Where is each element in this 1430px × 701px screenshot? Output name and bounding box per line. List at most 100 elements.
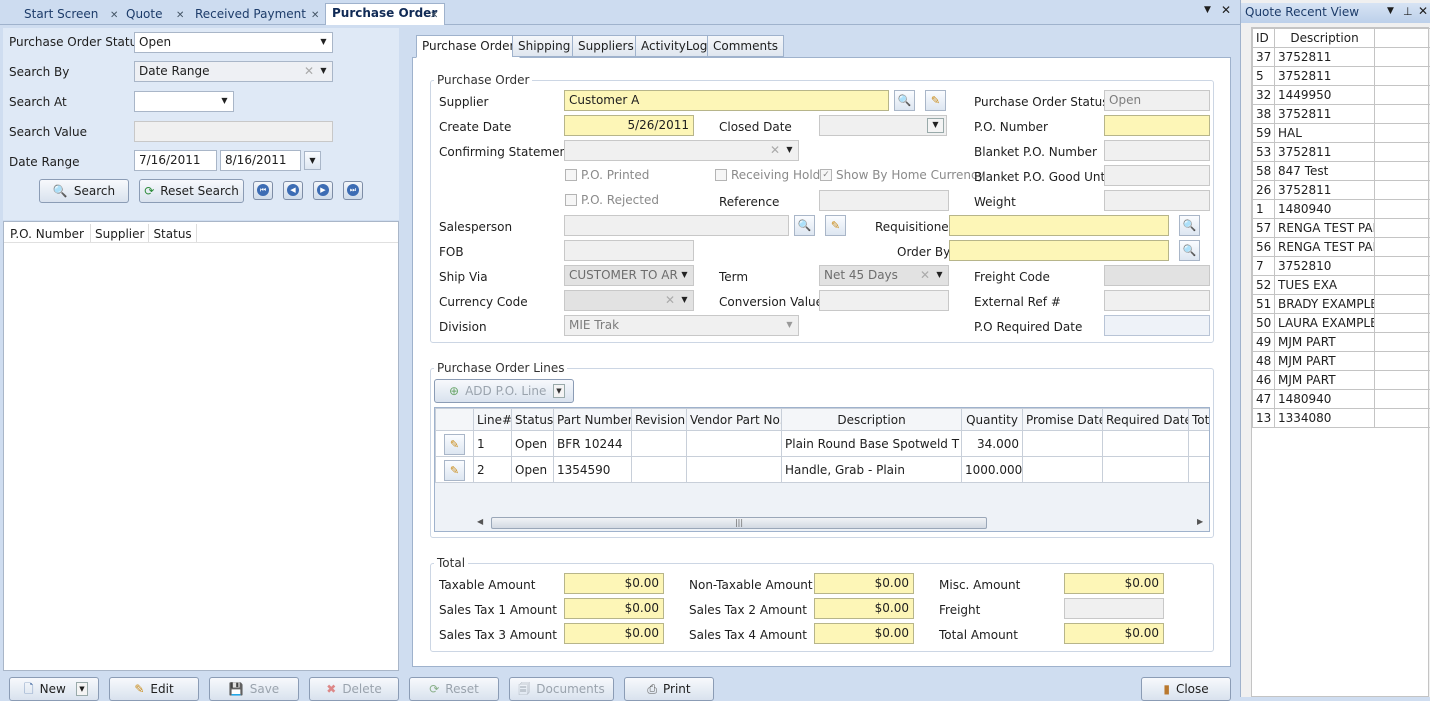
recent-description-cell[interactable]: HAL bbox=[1275, 124, 1375, 143]
dropdown-arrow-icon[interactable]: ▼ bbox=[76, 682, 88, 696]
required-date-cell[interactable] bbox=[1103, 457, 1189, 483]
recent-id-cell[interactable]: 51 bbox=[1253, 295, 1275, 314]
salesperson-edit-button[interactable]: ✎ bbox=[825, 215, 846, 236]
recent-description-cell[interactable]: BRADY EXAMPLE bbox=[1275, 295, 1375, 314]
table-row[interactable]: ✎ 1 Open BFR 10244 Plain Round Base Spot… bbox=[436, 431, 1211, 457]
list-item[interactable]: 49MJM PART bbox=[1253, 333, 1430, 352]
first-page-button[interactable]: ⏮ bbox=[253, 181, 273, 200]
recent-description-cell[interactable]: RENGA TEST PART bbox=[1275, 219, 1375, 238]
recent-description-cell[interactable]: 3752811 bbox=[1275, 67, 1375, 86]
scrollbar-thumb[interactable]: ||| bbox=[491, 517, 987, 529]
result-list[interactable]: P.O. Number Supplier Status bbox=[3, 221, 399, 671]
dropdown-arrow-icon[interactable]: ▼ bbox=[678, 294, 691, 307]
column-header[interactable]: Status bbox=[512, 409, 554, 431]
recent-extra-cell[interactable] bbox=[1375, 390, 1430, 409]
total-cell[interactable] bbox=[1189, 457, 1211, 483]
revision-cell[interactable] bbox=[632, 457, 687, 483]
part-number-cell[interactable]: 1354590 bbox=[554, 457, 632, 483]
revision-cell[interactable] bbox=[632, 431, 687, 457]
recent-extra-cell[interactable] bbox=[1375, 314, 1430, 333]
division-select[interactable]: MIE Trak▼ bbox=[564, 315, 799, 336]
dropdown-arrow-icon[interactable]: ▼ bbox=[783, 144, 796, 157]
promise-date-cell[interactable] bbox=[1023, 431, 1103, 457]
list-item[interactable]: 57RENGA TEST PART bbox=[1253, 219, 1430, 238]
reset-button[interactable]: ⟳Reset bbox=[409, 677, 499, 701]
part-number-cell[interactable]: BFR 10244 bbox=[554, 431, 632, 457]
nontaxable-amount-input[interactable]: $0.00 bbox=[814, 573, 914, 594]
column-header[interactable]: ID bbox=[1253, 29, 1275, 48]
recent-extra-cell[interactable] bbox=[1375, 295, 1430, 314]
fob-input[interactable] bbox=[564, 240, 694, 261]
delete-button[interactable]: ✖Delete bbox=[309, 677, 399, 701]
tab-activitylog[interactable]: ActivityLog bbox=[635, 35, 713, 57]
recent-description-cell[interactable]: 1480940 bbox=[1275, 200, 1375, 219]
freight-code-select[interactable] bbox=[1104, 265, 1210, 286]
recent-id-cell[interactable]: 48 bbox=[1253, 352, 1275, 371]
column-header[interactable]: Tot bbox=[1189, 409, 1211, 431]
recent-extra-cell[interactable] bbox=[1375, 219, 1430, 238]
dropdown-arrow-icon[interactable]: ▼ bbox=[678, 269, 691, 282]
recent-description-cell[interactable]: LAURA EXAMPLE bbox=[1275, 314, 1375, 333]
list-item[interactable]: 46MJM PART bbox=[1253, 371, 1430, 390]
recent-extra-cell[interactable] bbox=[1375, 162, 1430, 181]
salesperson-input[interactable] bbox=[564, 215, 789, 236]
list-item[interactable]: 533752811 bbox=[1253, 143, 1430, 162]
recent-description-cell[interactable]: 3752811 bbox=[1275, 143, 1375, 162]
recent-id-cell[interactable]: 53 bbox=[1253, 143, 1275, 162]
list-item[interactable]: 56RENGA TEST PART bbox=[1253, 238, 1430, 257]
po-status-select[interactable]: Open▼ bbox=[134, 32, 333, 53]
recent-id-cell[interactable]: 49 bbox=[1253, 333, 1275, 352]
status-cell[interactable]: Open bbox=[512, 457, 554, 483]
quantity-cell[interactable]: 1000.000 bbox=[962, 457, 1023, 483]
next-page-button[interactable]: ▶ bbox=[313, 181, 333, 200]
recent-extra-cell[interactable] bbox=[1375, 67, 1430, 86]
clear-icon[interactable]: ✕ bbox=[920, 266, 930, 285]
term-select[interactable]: Net 45 Days✕▼ bbox=[819, 265, 949, 286]
external-ref-input[interactable] bbox=[1104, 290, 1210, 311]
clear-icon[interactable]: ✕ bbox=[304, 62, 314, 81]
dropdown-arrow-icon[interactable]: ▼ bbox=[317, 65, 330, 78]
edit-line-button[interactable]: ✎ bbox=[444, 434, 465, 455]
recent-id-cell[interactable]: 7 bbox=[1253, 257, 1275, 276]
recent-description-cell[interactable]: RENGA TEST PART bbox=[1275, 238, 1375, 257]
recent-extra-cell[interactable] bbox=[1375, 238, 1430, 257]
edit-button[interactable]: ✎Edit bbox=[109, 677, 199, 701]
horizontal-scrollbar[interactable]: ◀ ||| ▶ bbox=[475, 516, 1207, 530]
close-icon[interactable]: ✕ bbox=[430, 7, 438, 25]
recent-description-cell[interactable]: 3752811 bbox=[1275, 181, 1375, 200]
search-button[interactable]: 🔍Search bbox=[39, 179, 129, 203]
recent-extra-cell[interactable] bbox=[1375, 48, 1430, 67]
recent-extra-cell[interactable] bbox=[1375, 181, 1430, 200]
total-cell[interactable] bbox=[1189, 431, 1211, 457]
receiving-hold-checkbox[interactable] bbox=[715, 169, 727, 181]
dropdown-arrow-icon[interactable]: ▼ bbox=[218, 95, 231, 108]
promise-date-cell[interactable] bbox=[1023, 457, 1103, 483]
list-item[interactable]: 51BRADY EXAMPLE bbox=[1253, 295, 1430, 314]
recent-id-cell[interactable]: 57 bbox=[1253, 219, 1275, 238]
recent-description-cell[interactable]: 1334080 bbox=[1275, 409, 1375, 428]
search-value-input[interactable] bbox=[134, 121, 333, 142]
vendor-part-cell[interactable] bbox=[687, 431, 782, 457]
edit-line-button[interactable]: ✎ bbox=[444, 460, 465, 481]
order-by-input[interactable] bbox=[949, 240, 1169, 261]
recent-description-cell[interactable]: MJM PART bbox=[1275, 371, 1375, 390]
clear-icon[interactable]: ✕ bbox=[665, 291, 675, 310]
column-header[interactable]: Supplier bbox=[90, 224, 148, 243]
date-dropdown-button[interactable]: ▼ bbox=[304, 151, 321, 170]
close-icon[interactable]: ✕ bbox=[1221, 3, 1231, 17]
po-number-input[interactable] bbox=[1104, 115, 1210, 136]
blanket-good-until-input[interactable] bbox=[1104, 165, 1210, 186]
search-by-select[interactable]: Date Range✕▼ bbox=[134, 61, 333, 82]
new-button[interactable]: 🗋New▼ bbox=[9, 677, 99, 701]
last-page-button[interactable]: ⏭ bbox=[343, 181, 363, 200]
required-date-cell[interactable] bbox=[1103, 431, 1189, 457]
list-item[interactable]: 52TUES EXA bbox=[1253, 276, 1430, 295]
po-required-date-input[interactable] bbox=[1104, 315, 1210, 336]
recent-extra-cell[interactable] bbox=[1375, 200, 1430, 219]
recent-extra-cell[interactable] bbox=[1375, 276, 1430, 295]
recent-extra-cell[interactable] bbox=[1375, 143, 1430, 162]
blanket-po-number-input[interactable] bbox=[1104, 140, 1210, 161]
dropdown-arrow-icon[interactable]: ▼ bbox=[317, 36, 330, 49]
list-item[interactable]: 321449950 bbox=[1253, 86, 1430, 105]
close-button[interactable]: ▮Close bbox=[1141, 677, 1231, 701]
